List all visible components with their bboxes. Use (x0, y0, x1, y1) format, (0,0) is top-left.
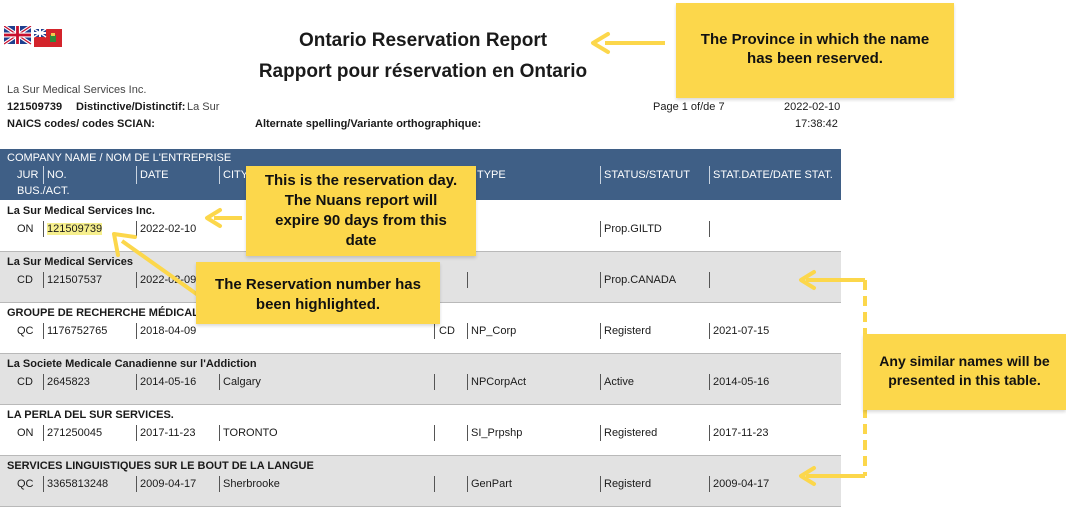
callout-reservation-day: This is the reservation day. The Nuans r… (246, 166, 476, 256)
callout-similar-names: Any similar names will be presented in t… (863, 334, 1066, 410)
callout-number-line2: been highlighted. (255, 296, 381, 313)
callout-similar-line2: presented in this table. (888, 372, 1041, 388)
callout-number-line1: The Reservation number has (215, 276, 421, 293)
callout-day-line4: date (345, 232, 377, 249)
callout-day-line2: The Nuans report will (284, 192, 438, 209)
callout-reservation-number: The Reservation number has been highligh… (196, 262, 440, 324)
callout-province-line2: has been reserved. (747, 50, 883, 67)
callout-province-line1: The Province in which the name (700, 31, 930, 48)
callout-day-line1: This is the reservation day. (264, 172, 458, 189)
arrow-left-icon (205, 208, 242, 228)
arrow-up-left-icon (112, 232, 207, 302)
callout-day-line3: expire 90 days from this (275, 212, 447, 229)
callout-province: The Province in which the name has been … (676, 3, 954, 98)
arrow-left-icon (591, 32, 665, 54)
bracket-dashed-icon (799, 270, 872, 486)
callout-similar-line1: Any similar names will be (879, 353, 1050, 369)
